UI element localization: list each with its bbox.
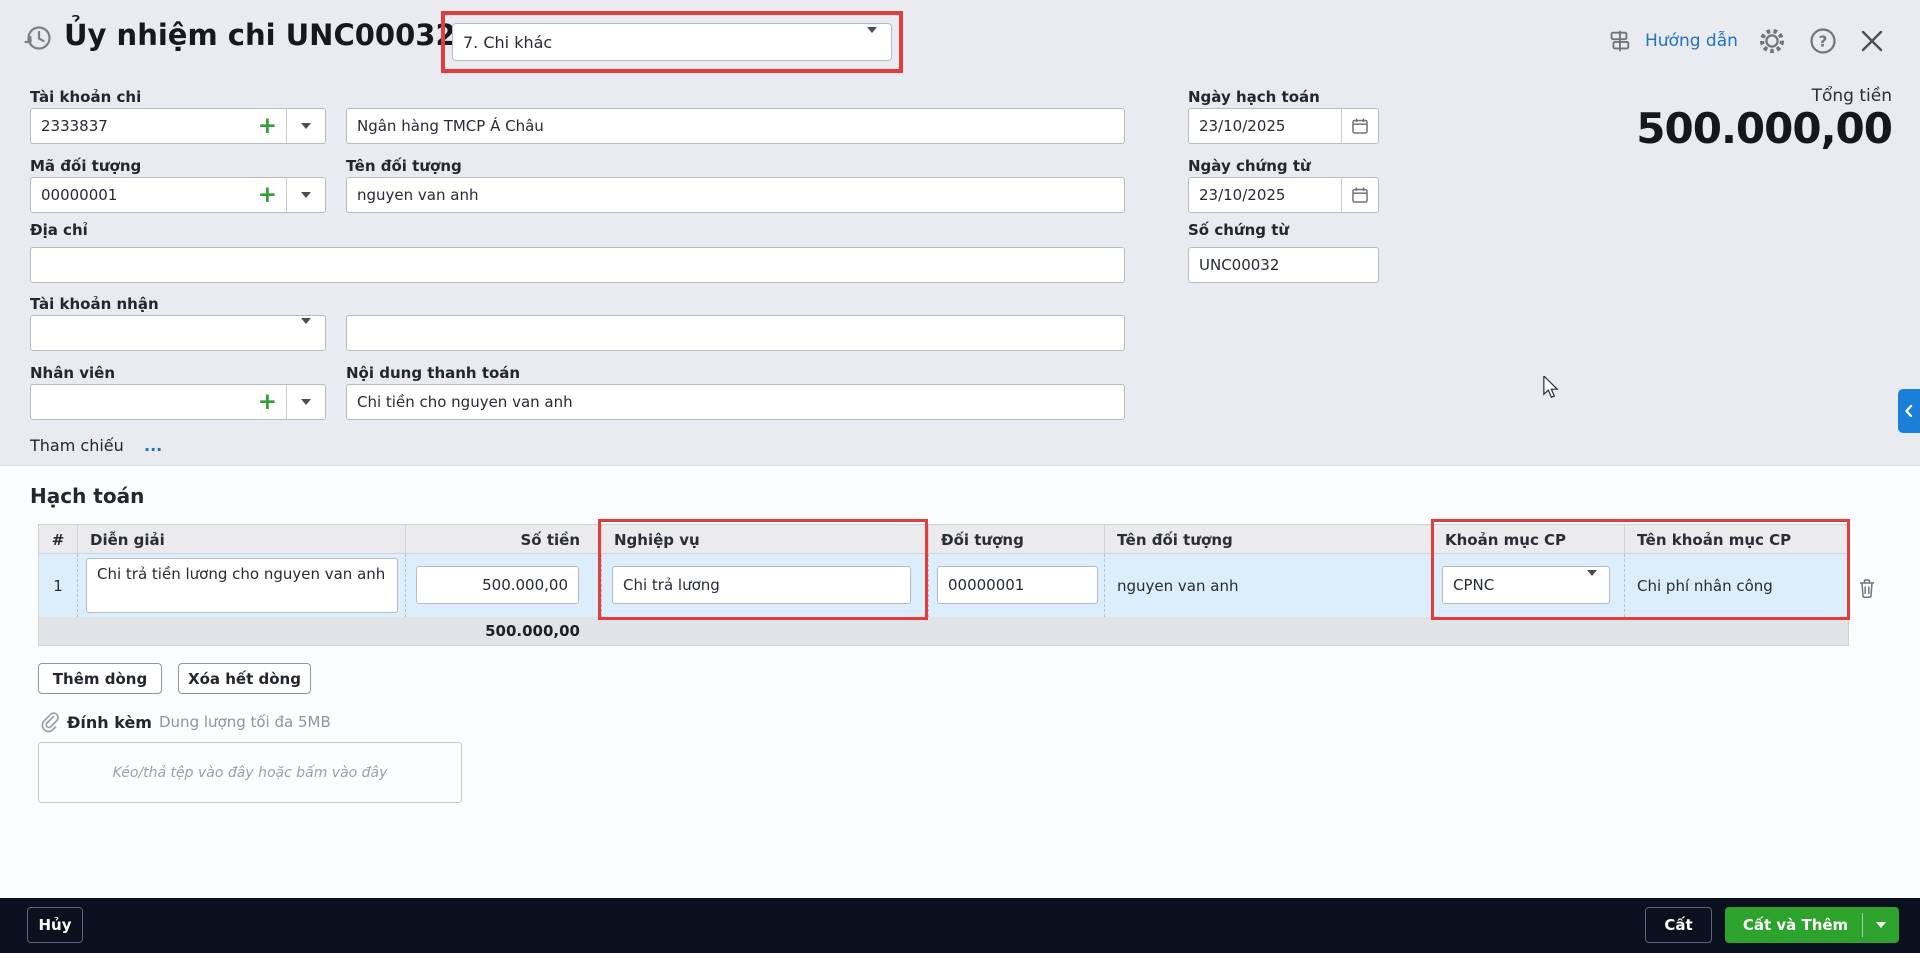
col-header-nghiep-vu[interactable]: Nghiệp vụ (601, 525, 928, 555)
chevron-down-icon (301, 399, 311, 405)
save-button[interactable]: Cất (1645, 907, 1712, 943)
sidebar-expand-tab[interactable] (1898, 389, 1920, 433)
total-amount-label: Tổng tiền (1812, 86, 1892, 106)
clear-rows-button[interactable]: Xóa hết dòng (178, 663, 311, 694)
col-header-index[interactable]: # (39, 525, 77, 555)
ten-doi-tuong-input[interactable]: nguyen van anh (346, 177, 1125, 213)
dropzone-text: Kéo/thả tệp vào đây hoặc bấm vào đây (113, 765, 388, 781)
tai-khoan-nhan-name-input[interactable] (346, 315, 1125, 351)
history-icon[interactable] (20, 20, 56, 56)
cell-nghiep-vu-input[interactable]: Chi trả lương (612, 566, 911, 604)
col-header-ten-khoan-muc-cp[interactable]: Tên khoản mục CP (1624, 525, 1850, 555)
label-ngay-hach-toan: Ngày hạch toán (1188, 88, 1320, 106)
ma-doi-tuong-dropdown[interactable] (286, 178, 325, 212)
cell-khoan-muc-cp-select[interactable]: CPNC (1442, 566, 1610, 604)
label-dia-chi: Địa chỉ (30, 221, 88, 239)
guide-signpost-icon[interactable] (1604, 26, 1634, 56)
attachment-label: Đính kèm (67, 713, 152, 732)
chevron-down-icon (1876, 922, 1886, 928)
nhan-vien-combo[interactable]: + (30, 384, 326, 420)
payment-order-window: Ủy nhiệm chi UNC00032 7. Chi khác Hướng … (0, 0, 1920, 953)
help-icon[interactable]: ? (1808, 26, 1838, 56)
save-and-add-label: Cất và Thêm (1725, 916, 1862, 934)
doc-type-select[interactable]: 7. Chi khác (452, 23, 892, 61)
total-amount-value: 500.000,00 (1636, 104, 1892, 153)
add-account-icon[interactable]: + (249, 115, 286, 138)
so-chung-tu-input[interactable]: UNC00032 (1188, 247, 1379, 283)
delete-row-icon[interactable] (1855, 576, 1879, 600)
ma-doi-tuong-value[interactable]: 00000001 (31, 186, 249, 204)
page-title: Ủy nhiệm chi UNC00032 (64, 18, 456, 52)
paperclip-icon (37, 710, 61, 734)
footer-bar: Hủy Cất Cất và Thêm (0, 898, 1920, 953)
tai-khoan-nhan-select[interactable] (30, 315, 326, 351)
col-header-khoan-muc-cp[interactable]: Khoản mục CP (1432, 525, 1624, 555)
calendar-icon[interactable] (1341, 109, 1378, 143)
gear-icon[interactable] (1757, 26, 1787, 56)
label-tham-chieu: Tham chiếu (30, 436, 124, 455)
attachment-dropzone[interactable]: Kéo/thả tệp vào đây hoặc bấm vào đây (38, 742, 462, 803)
grid-total-row: 500.000,00 (38, 617, 1849, 646)
chevron-down-icon (1587, 570, 1597, 594)
noi-dung-thanh-toan-input[interactable]: Chi tiền cho nguyen van anh (346, 384, 1125, 420)
col-header-so-tien[interactable]: Số tiền (405, 525, 601, 555)
tai-khoan-chi-value[interactable]: 2333837 (31, 117, 249, 135)
label-noi-dung-thanh-toan: Nội dung thanh toán (346, 364, 520, 382)
attachment-hint: Dung lượng tối đa 5MB (159, 713, 331, 731)
calendar-icon[interactable] (1341, 178, 1378, 212)
add-row-button[interactable]: Thêm dòng (38, 663, 162, 694)
cancel-button[interactable]: Hủy (27, 907, 83, 943)
add-employee-icon[interactable]: + (249, 391, 286, 414)
label-so-chung-tu: Số chứng từ (1188, 221, 1289, 239)
col-header-ten-doi-tuong[interactable]: Tên đối tượng (1104, 525, 1432, 555)
save-options-dropdown[interactable] (1863, 922, 1899, 928)
bank-name-input[interactable]: Ngân hàng TMCP Á Châu (346, 108, 1125, 144)
doc-type-value: 7. Chi khác (453, 33, 853, 52)
label-nhan-vien: Nhân viên (30, 364, 115, 382)
cell-dien-giai-input[interactable]: Chi trả tiền lương cho nguyen van anh (86, 558, 398, 613)
mouse-cursor (1543, 376, 1559, 402)
tai-khoan-chi-combo[interactable]: 2333837 + (30, 108, 326, 144)
close-icon[interactable] (1856, 26, 1888, 56)
help-guide-link[interactable]: Hướng dẫn (1645, 31, 1738, 51)
dia-chi-input[interactable] (30, 247, 1125, 283)
grid-section-title: Hạch toán (30, 484, 144, 508)
label-tai-khoan-nhan: Tài khoản nhận (30, 295, 159, 313)
chevron-down-icon (301, 318, 311, 342)
grid-header-row: # Diễn giải Số tiền Nghiệp vụ Đối tượng … (38, 524, 1849, 554)
cell-so-tien-input[interactable]: 500.000,00 (416, 566, 579, 604)
svg-text:?: ? (1819, 33, 1828, 51)
cell-ten-doi-tuong: nguyen van anh (1104, 554, 1432, 617)
label-ma-doi-tuong: Mã đối tượng (30, 157, 141, 175)
col-header-dien-giai[interactable]: Diễn giải (77, 525, 405, 555)
label-ngay-chung-tu: Ngày chứng từ (1188, 157, 1311, 175)
col-header-doi-tuong[interactable]: Đối tượng (928, 525, 1104, 555)
chevron-down-icon (867, 27, 877, 51)
cell-doi-tuong-input[interactable]: 00000001 (937, 566, 1098, 604)
cell-ten-khoan-muc-cp: Chi phí nhân công (1624, 554, 1850, 617)
tham-chieu-more-link[interactable]: ... (144, 436, 162, 455)
label-tai-khoan-chi: Tài khoản chi (30, 88, 141, 106)
chevron-down-icon (301, 192, 311, 198)
add-partner-icon[interactable]: + (249, 184, 286, 207)
save-and-add-button[interactable]: Cất và Thêm (1725, 907, 1899, 943)
ngay-hach-toan-input[interactable]: 23/10/2025 (1188, 108, 1379, 144)
ngay-chung-tu-input[interactable]: 23/10/2025 (1188, 177, 1379, 213)
chevron-down-icon (301, 123, 311, 129)
grid-total-value: 500.000,00 (405, 617, 601, 645)
nhan-vien-dropdown[interactable] (286, 385, 325, 419)
label-ten-doi-tuong: Tên đối tượng (346, 157, 462, 175)
tai-khoan-chi-dropdown[interactable] (286, 109, 325, 143)
row-index: 1 (39, 554, 77, 617)
ma-doi-tuong-combo[interactable]: 00000001 + (30, 177, 326, 213)
